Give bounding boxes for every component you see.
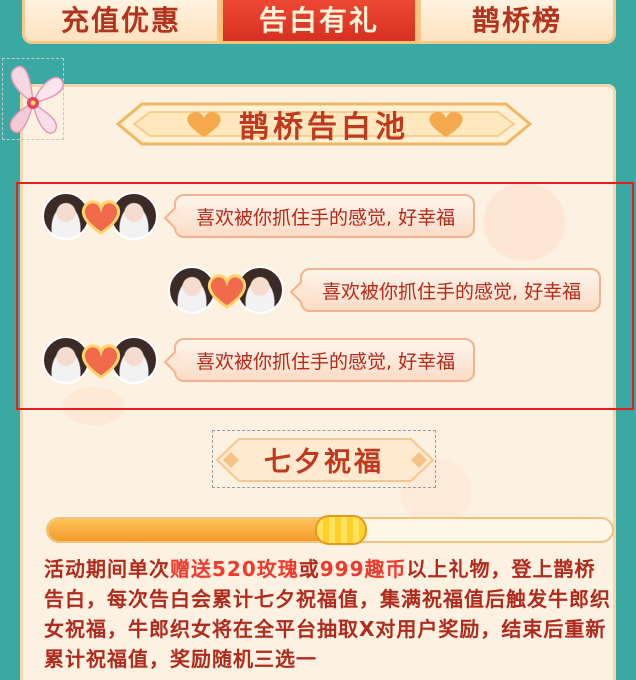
right-heart-icon — [429, 111, 463, 137]
desc-highlight-rose: 赠送520玫瑰 — [170, 557, 299, 581]
flower-icon — [2, 58, 64, 140]
blessing-title-box: 七夕祝福 — [212, 430, 436, 488]
heart-icon — [207, 274, 247, 309]
blessing-progress-thumb — [315, 515, 368, 545]
left-heart-icon — [187, 111, 221, 137]
couple-avatars — [42, 190, 160, 242]
confession-item[interactable]: 喜欢被你抓住手的感觉, 好幸福 — [42, 188, 476, 244]
couple-avatars — [168, 264, 286, 316]
tab-confession-gift[interactable]: 告白有礼 — [220, 0, 418, 44]
desc-text: 活动期间单次 — [44, 557, 170, 581]
couple-avatars — [42, 334, 160, 386]
desc-highlight-coins: 999趣币 — [319, 557, 407, 581]
blessing-title: 七夕祝福 — [264, 446, 384, 478]
heart-icon — [81, 200, 121, 235]
tab-recharge[interactable]: 充值优惠 — [22, 0, 220, 44]
confession-message: 喜欢被你抓住手的感觉, 好幸福 — [174, 194, 476, 238]
tab-bar: 充值优惠 告白有礼 鹊桥榜 — [22, 0, 616, 44]
tab-magpie-ranking[interactable]: 鹊桥榜 — [418, 0, 616, 44]
confession-item[interactable]: 喜欢被你抓住手的感觉, 好幸福 — [168, 262, 602, 318]
activity-description: 活动期间单次赠送520玫瑰或999趣币以上礼物，登上鹊桥告白，每次告白会累计七夕… — [44, 554, 614, 674]
banner-title: 鹊桥告白池 — [239, 110, 409, 145]
confession-message: 喜欢被你抓住手的感觉, 好幸福 — [174, 338, 476, 382]
confession-pool-banner: 鹊桥告白池 — [112, 92, 536, 156]
desc-text: 或 — [298, 557, 320, 581]
blessing-progress-fill — [48, 519, 342, 541]
confession-item[interactable]: 喜欢被你抓住手的感觉, 好幸福 — [42, 332, 476, 388]
confession-message: 喜欢被你抓住手的感觉, 好幸福 — [300, 268, 602, 312]
heart-icon — [81, 344, 121, 379]
